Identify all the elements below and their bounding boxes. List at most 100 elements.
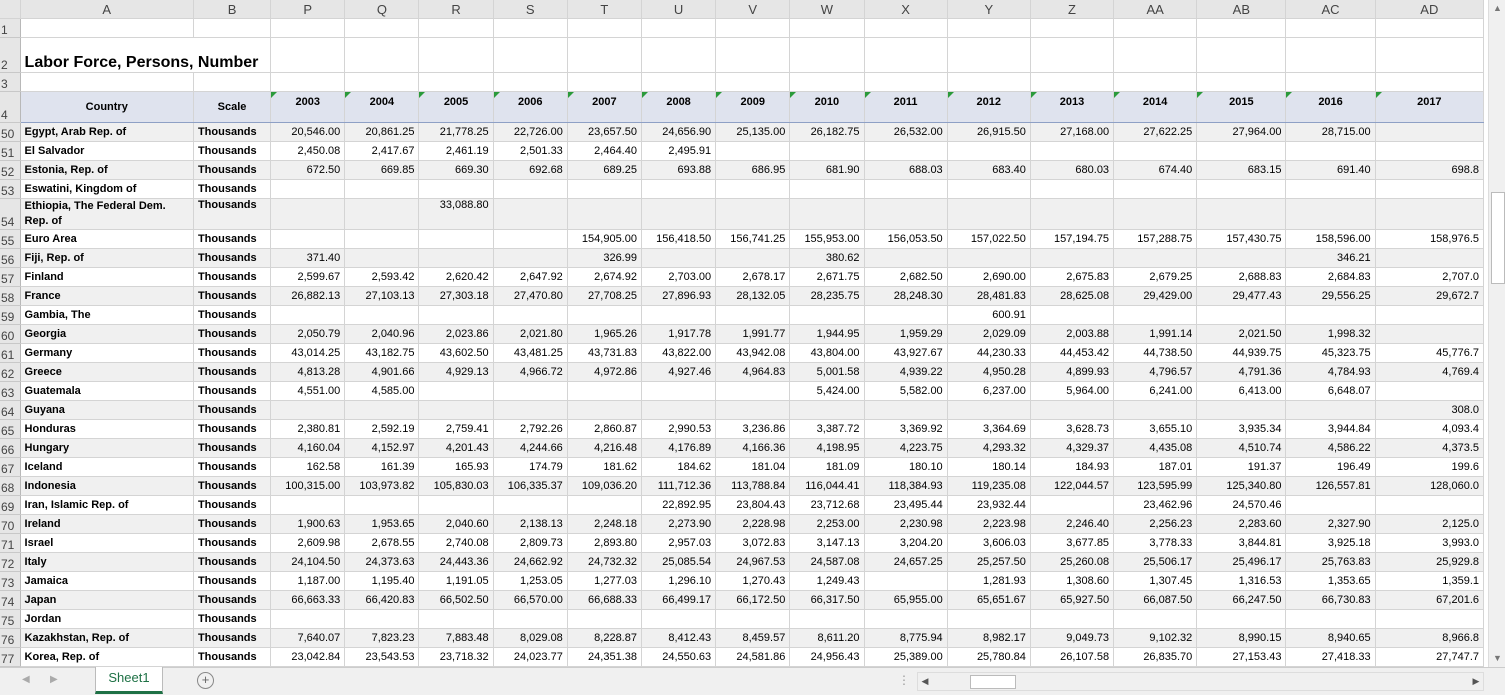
cell[interactable] [493, 72, 568, 92]
header-year[interactable]: 2013 [1030, 91, 1115, 123]
value-cell[interactable]: 4,551.00 [270, 381, 346, 401]
value-cell[interactable]: 27,622.25 [1113, 122, 1198, 142]
value-cell[interactable]: 155,953.00 [789, 229, 865, 249]
value-cell[interactable]: 196.49 [1285, 457, 1376, 477]
value-cell[interactable]: 4,152.97 [344, 438, 420, 458]
header-year[interactable]: 2007 [567, 91, 642, 123]
value-cell[interactable]: 24,956.43 [789, 647, 865, 667]
value-cell[interactable] [567, 179, 642, 199]
value-cell[interactable] [715, 198, 791, 230]
value-cell[interactable]: 4,176.89 [641, 438, 717, 458]
header-year[interactable]: 2011 [864, 91, 948, 123]
value-cell[interactable]: 23,804.43 [715, 495, 791, 515]
row-number[interactable]: 1 [0, 18, 21, 38]
value-cell[interactable] [715, 248, 791, 268]
value-cell[interactable]: 27,747.7 [1375, 647, 1485, 667]
cell[interactable] [1113, 18, 1198, 38]
cell[interactable] [193, 18, 272, 38]
triangle-down-icon[interactable]: ▼ [1489, 650, 1505, 667]
value-cell[interactable] [1196, 179, 1287, 199]
column-header-u[interactable]: U [641, 0, 717, 19]
row-number[interactable]: 55 [0, 229, 21, 249]
value-cell[interactable]: 2,246.40 [1030, 514, 1115, 534]
value-cell[interactable] [1113, 198, 1198, 230]
value-cell[interactable]: 4,950.28 [947, 362, 1031, 382]
value-cell[interactable] [1030, 179, 1115, 199]
value-cell[interactable]: 2,792.26 [493, 419, 568, 439]
value-cell[interactable]: 156,741.25 [715, 229, 791, 249]
country-cell[interactable]: Israel [20, 533, 194, 553]
value-cell[interactable]: 3,655.10 [1113, 419, 1198, 439]
cell[interactable] [1375, 72, 1485, 92]
value-cell[interactable]: 2,674.92 [567, 267, 642, 287]
value-cell[interactable]: 4,972.86 [567, 362, 642, 382]
value-cell[interactable]: 43,942.08 [715, 343, 791, 363]
value-cell[interactable]: 22,726.00 [493, 122, 568, 142]
value-cell[interactable]: 4,927.46 [641, 362, 717, 382]
value-cell[interactable]: 4,796.57 [1113, 362, 1198, 382]
value-cell[interactable] [567, 198, 642, 230]
value-cell[interactable]: 2,678.55 [344, 533, 420, 553]
value-cell[interactable]: 2,464.40 [567, 141, 642, 161]
value-cell[interactable]: 698.8 [1375, 160, 1485, 180]
value-cell[interactable] [493, 305, 568, 325]
value-cell[interactable]: 25,260.08 [1030, 552, 1115, 572]
value-cell[interactable] [1030, 495, 1115, 515]
value-cell[interactable] [344, 179, 420, 199]
value-cell[interactable]: 2,647.92 [493, 267, 568, 287]
value-cell[interactable]: 26,182.75 [789, 122, 865, 142]
value-cell[interactable]: 123,595.99 [1113, 476, 1198, 496]
select-all-corner[interactable] [0, 0, 21, 19]
value-cell[interactable]: 119,235.08 [947, 476, 1031, 496]
value-cell[interactable] [270, 305, 346, 325]
value-cell[interactable]: 3,236.86 [715, 419, 791, 439]
scale-cell[interactable]: Thousands [193, 160, 272, 180]
cell[interactable] [641, 37, 717, 73]
column-header-w[interactable]: W [789, 0, 865, 19]
value-cell[interactable]: 66,172.50 [715, 590, 791, 610]
country-cell[interactable]: Eswatini, Kingdom of [20, 179, 194, 199]
value-cell[interactable] [1196, 141, 1287, 161]
cell[interactable] [344, 37, 420, 73]
value-cell[interactable]: 2,671.75 [789, 267, 865, 287]
header-year[interactable]: 2009 [715, 91, 791, 123]
value-cell[interactable]: 1,308.60 [1030, 571, 1115, 591]
value-cell[interactable]: 2,256.23 [1113, 514, 1198, 534]
value-cell[interactable]: 693.88 [641, 160, 717, 180]
value-cell[interactable]: 6,237.00 [947, 381, 1031, 401]
country-cell[interactable]: Finland [20, 267, 194, 287]
cell[interactable] [1196, 37, 1287, 73]
cell[interactable] [864, 18, 948, 38]
value-cell[interactable] [344, 495, 420, 515]
value-cell[interactable]: 65,927.50 [1030, 590, 1115, 610]
cell[interactable] [270, 18, 346, 38]
value-cell[interactable]: 158,596.00 [1285, 229, 1376, 249]
value-cell[interactable]: 161.39 [344, 457, 420, 477]
value-cell[interactable]: 4,510.74 [1196, 438, 1287, 458]
value-cell[interactable]: 3,944.84 [1285, 419, 1376, 439]
value-cell[interactable] [418, 400, 494, 420]
value-cell[interactable] [1285, 198, 1376, 230]
value-cell[interactable] [715, 381, 791, 401]
cell[interactable] [1030, 18, 1115, 38]
row-number[interactable]: 54 [0, 198, 21, 230]
value-cell[interactable]: 2,223.98 [947, 514, 1031, 534]
spreadsheet-table[interactable]: A B P Q R S T U V W X Y Z AA AB AC AD 1 2 Labor Force, Per… [0, 0, 1485, 667]
value-cell[interactable]: 125,340.80 [1196, 476, 1287, 496]
value-cell[interactable] [789, 400, 865, 420]
value-cell[interactable] [493, 381, 568, 401]
value-cell[interactable]: 4,813.28 [270, 362, 346, 382]
value-cell[interactable]: 23,712.68 [789, 495, 865, 515]
value-cell[interactable] [493, 198, 568, 230]
value-cell[interactable]: 3,364.69 [947, 419, 1031, 439]
value-cell[interactable]: 2,599.67 [270, 267, 346, 287]
value-cell[interactable]: 600.91 [947, 305, 1031, 325]
value-cell[interactable]: 669.30 [418, 160, 494, 180]
value-cell[interactable]: 65,651.67 [947, 590, 1031, 610]
value-cell[interactable]: 111,712.36 [641, 476, 717, 496]
value-cell[interactable] [789, 179, 865, 199]
value-cell[interactable]: 28,715.00 [1285, 122, 1376, 142]
value-cell[interactable] [715, 609, 791, 629]
column-header-a[interactable]: A [20, 0, 194, 19]
value-cell[interactable]: 4,966.72 [493, 362, 568, 382]
